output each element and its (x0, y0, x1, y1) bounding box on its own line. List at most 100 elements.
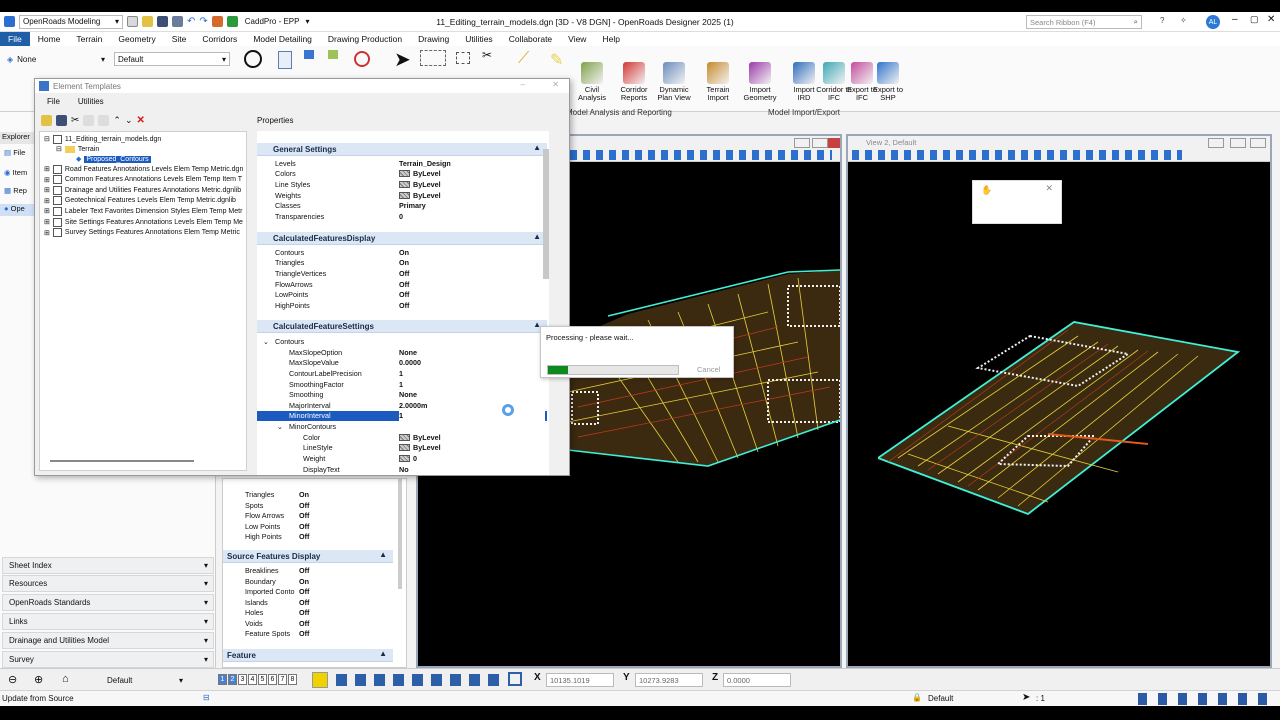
view-6-button[interactable]: 6 (268, 674, 277, 685)
selection-icon[interactable] (420, 50, 446, 66)
explorer-item-rep[interactable]: ▦ Rep (4, 186, 27, 195)
section-resources[interactable]: Resources ▾ (2, 575, 214, 592)
view-2[interactable]: View 2, Default ✋ ✕ (846, 134, 1272, 668)
feature-section[interactable]: Feature ▲ (223, 649, 393, 662)
pencil-icon[interactable]: ✎ (550, 50, 563, 70)
tree-library-item[interactable]: ⊞ Common Features Annotations Levels Elem… (44, 175, 242, 185)
view-3-button[interactable]: 3 (238, 674, 247, 685)
snap-tool-icons[interactable] (336, 674, 506, 686)
ribbon-btn-corridor-reports[interactable]: Corridor Reports (616, 62, 652, 102)
view-1-restore-button[interactable] (812, 138, 828, 148)
menu-collaborate[interactable]: Collaborate (501, 32, 560, 46)
view-4-button[interactable]: 4 (248, 674, 257, 685)
view-5-button[interactable]: 5 (258, 674, 267, 685)
tree-terrain[interactable]: ⊟ Terrain (56, 144, 99, 154)
property-row[interactable]: DisplayText No (257, 464, 547, 475)
copy-template-icon[interactable] (83, 114, 95, 126)
select-tool-icon[interactable] (304, 50, 314, 59)
y-coordinate-field[interactable]: 10273.9283 (635, 673, 703, 687)
property-row[interactable]: ContourLabelPrecision 1 (257, 368, 547, 379)
property-row[interactable]: Line Styles ByLevel (257, 179, 547, 190)
prop-row[interactable]: Triangles On (223, 490, 403, 500)
lightbulb-icon[interactable]: ✧ (1180, 16, 1187, 25)
dialog-menu-file[interactable]: File (47, 97, 60, 106)
draw-line-icon[interactable]: ⟋ (518, 50, 529, 68)
tree-proposed-contours[interactable]: ◆ Proposed_Contours (76, 154, 151, 164)
save-settings-icon[interactable] (172, 16, 183, 27)
property-row[interactable]: Contours On (257, 247, 547, 258)
tree-library-item[interactable]: ⊞ Geotechnical Features Levels Elem Temp … (44, 196, 236, 206)
section-openroads-standards[interactable]: OpenRoads Standards ▾ (2, 594, 214, 611)
explorer-tab[interactable]: Explorer (0, 132, 34, 144)
menu-help[interactable]: Help (594, 32, 627, 46)
save-template-icon[interactable] (56, 114, 67, 126)
undo-icon[interactable]: ↶ (187, 16, 195, 27)
z-coordinate-field[interactable]: 0.0000 (723, 673, 791, 687)
view-2-tool-icons[interactable] (852, 150, 1182, 160)
view-default-select[interactable]: Default ▾ (104, 673, 186, 687)
workflow-select[interactable]: OpenRoads Modeling ▾ (19, 14, 123, 29)
search-tool-icon[interactable] (244, 50, 262, 68)
status-tool-icons[interactable] (1138, 693, 1274, 705)
paste-template-icon[interactable] (98, 114, 110, 126)
section-sheet-index[interactable]: Sheet Index ▾ (2, 557, 214, 574)
print-icon[interactable] (211, 16, 223, 27)
view-2-minimize-button[interactable] (1208, 138, 1224, 148)
view-7-button[interactable]: 7 (278, 674, 287, 685)
default-select[interactable]: Default ▾ (114, 52, 230, 66)
dialog-close-button[interactable]: ✕ (552, 80, 559, 89)
explorer-item-ope[interactable]: ● Ope (0, 204, 34, 216)
calculated-feature-settings-section[interactable]: CalculatedFeatureSettings ▲ (257, 320, 547, 333)
menu-corridors[interactable]: Corridors (194, 32, 245, 46)
contours-group[interactable]: ⌄ Contours (257, 336, 547, 347)
tree-library-item[interactable]: ⊞ Road Features Annotations Levels Elem T… (44, 164, 243, 174)
section-links[interactable]: Links ▾ (2, 613, 214, 630)
lock-icon[interactable]: 🔒 (912, 693, 922, 702)
property-row[interactable]: Smoothing None (257, 389, 547, 400)
explorer-item-item[interactable]: ◉ Item (4, 168, 27, 177)
ribbon-btn-dynamic-plan-view[interactable]: Dynamic Plan View (656, 62, 692, 102)
calculated-features-display-section[interactable]: CalculatedFeaturesDisplay ▲ (257, 232, 547, 245)
view-1-close-button[interactable] (828, 138, 840, 148)
menu-file[interactable]: File (0, 32, 30, 46)
prop-row[interactable]: Breaklines Off (223, 566, 403, 576)
property-scrollbar-thumb[interactable] (543, 149, 549, 279)
redo-icon[interactable]: ↷ (199, 16, 207, 27)
accudraw-icon[interactable] (312, 672, 328, 688)
property-row[interactable]: Color ByLevel (257, 432, 547, 443)
property-row[interactable]: Levels Terrain_Design (257, 158, 547, 169)
menu-drawing[interactable]: Drawing (410, 32, 457, 46)
popup-close-icon[interactable]: ✕ (1045, 183, 1053, 194)
close-button[interactable]: ✕ (1267, 14, 1275, 25)
tree-scrollbar[interactable] (50, 460, 194, 462)
property-row[interactable]: TriangleVertices Off (257, 268, 547, 279)
view-8-button[interactable]: 8 (288, 674, 297, 685)
x-coordinate-field[interactable]: 10135.1019 (546, 673, 614, 687)
property-row[interactable]: TextInterval50.0000m (257, 474, 547, 475)
menu-home[interactable]: Home (30, 32, 69, 46)
forward-icon[interactable]: ⊕ (34, 673, 43, 686)
processing-cancel-button[interactable]: Cancel (697, 365, 720, 374)
property-row[interactable]: Classes Primary (257, 200, 547, 211)
dialog-menu-utilities[interactable]: Utilities (78, 97, 104, 106)
status-info-icon[interactable]: ⊟ (203, 693, 210, 702)
new-template-icon[interactable] (41, 114, 52, 126)
menu-view[interactable]: View (560, 32, 594, 46)
prop-row[interactable]: Islands Off (223, 598, 403, 608)
pointer-icon[interactable]: ➤ (394, 50, 411, 70)
tree-library-item[interactable]: ⊞ Labeler Text Favorites Dimension Styles… (44, 206, 242, 216)
menu-utilities[interactable]: Utilities (457, 32, 500, 46)
fence-icon[interactable] (456, 52, 470, 64)
prop-row[interactable]: Low Points Off (223, 522, 403, 532)
section-survey[interactable]: Survey ▾ (2, 651, 214, 668)
property-row[interactable]: Weights ByLevel (257, 190, 547, 201)
open-file-icon[interactable] (142, 16, 153, 27)
layers-icon[interactable] (328, 50, 338, 59)
active-level[interactable]: Default (928, 694, 953, 703)
maximize-button[interactable]: ▢ (1250, 14, 1259, 25)
minor-contours-group[interactable]: ⌄ MinorContours (257, 421, 547, 432)
menu-site[interactable]: Site (164, 32, 195, 46)
cut-template-icon[interactable]: ✂ (71, 115, 79, 126)
ribbon-btn-import-geometry[interactable]: Import Geometry (742, 62, 778, 102)
move-up-icon[interactable]: ⌃ (113, 115, 121, 126)
